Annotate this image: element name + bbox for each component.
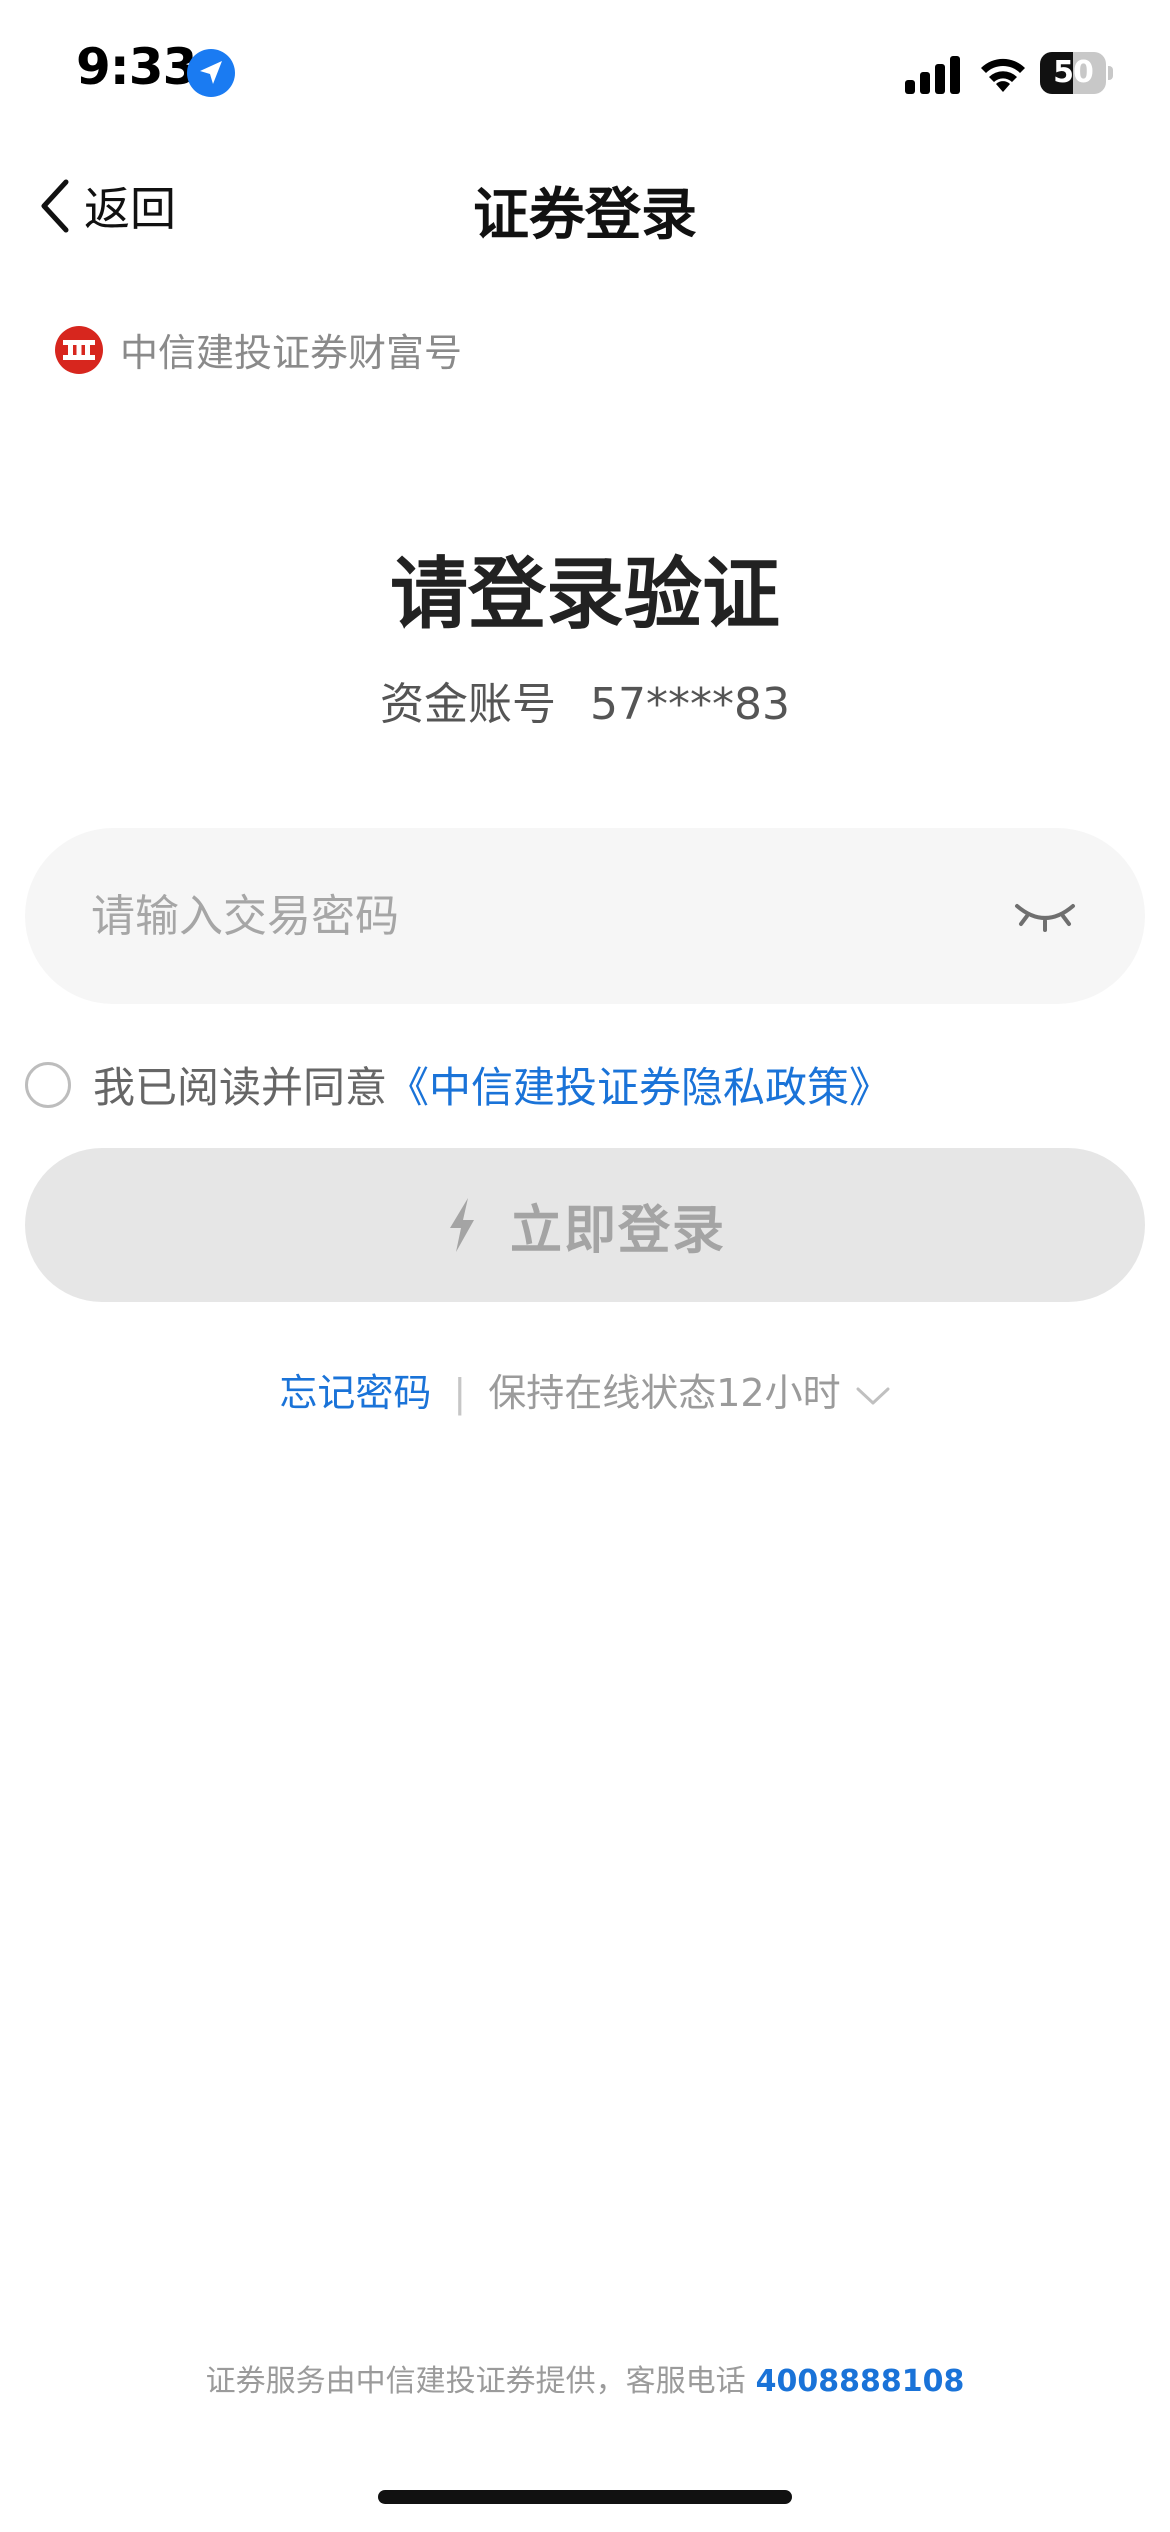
brand: 中信建投证券财富号	[54, 322, 462, 377]
privacy-policy-link[interactable]: 《中信建投证券隐私政策》	[387, 1054, 891, 1115]
login-button[interactable]: 立即登录	[25, 1148, 1145, 1302]
agreement-text: 我已阅读并同意	[93, 1063, 388, 1112]
battery-icon: 50	[1040, 52, 1114, 94]
status-time: 9:33	[76, 38, 197, 96]
options-divider: |	[453, 1371, 467, 1415]
keep-online-select[interactable]: 保持在线状态12小时	[488, 1371, 890, 1415]
account-info: 资金账号 57****83	[0, 668, 1170, 732]
cellular-signal-icon	[905, 56, 960, 94]
eye-closed-icon[interactable]	[1013, 896, 1077, 936]
account-label: 资金账号	[380, 679, 556, 730]
password-field	[25, 828, 1145, 1004]
home-indicator	[378, 2490, 792, 2504]
location-arrow-icon	[187, 49, 235, 97]
battery-level: 50	[1053, 55, 1094, 90]
lightning-icon	[449, 1198, 474, 1252]
account-value: 57****83	[590, 679, 790, 730]
login-button-label: 立即登录	[509, 1200, 726, 1261]
password-input[interactable]	[91, 828, 991, 1004]
service-phone-link[interactable]: 4008888108	[756, 2364, 965, 2399]
forgot-password-link[interactable]: 忘记密码	[279, 1371, 431, 1415]
footer: 证券服务由中信建投证券提供，客服电话 4008888108	[0, 2356, 1170, 2400]
citic-logo-icon	[55, 325, 103, 374]
keep-online-label: 保持在线状态12小时	[488, 1371, 841, 1415]
brand-name: 中信建投证券财富号	[120, 331, 463, 375]
page-title: 证券登录	[473, 183, 697, 248]
agreement-row: 我已阅读并同意 《中信建投证券隐私政策》	[25, 1054, 891, 1115]
agreement-checkbox[interactable]	[25, 1061, 71, 1108]
login-options: 忘记密码 | 保持在线状态12小时	[0, 1362, 1170, 1417]
status-bar: 9:33 50	[0, 0, 1170, 150]
wifi-icon	[981, 58, 1025, 92]
login-heading: 请登录验证	[389, 550, 780, 640]
footer-text: 证券服务由中信建投证券提供，客服电话	[205, 2364, 746, 2399]
chevron-down-icon	[856, 1387, 890, 1404]
